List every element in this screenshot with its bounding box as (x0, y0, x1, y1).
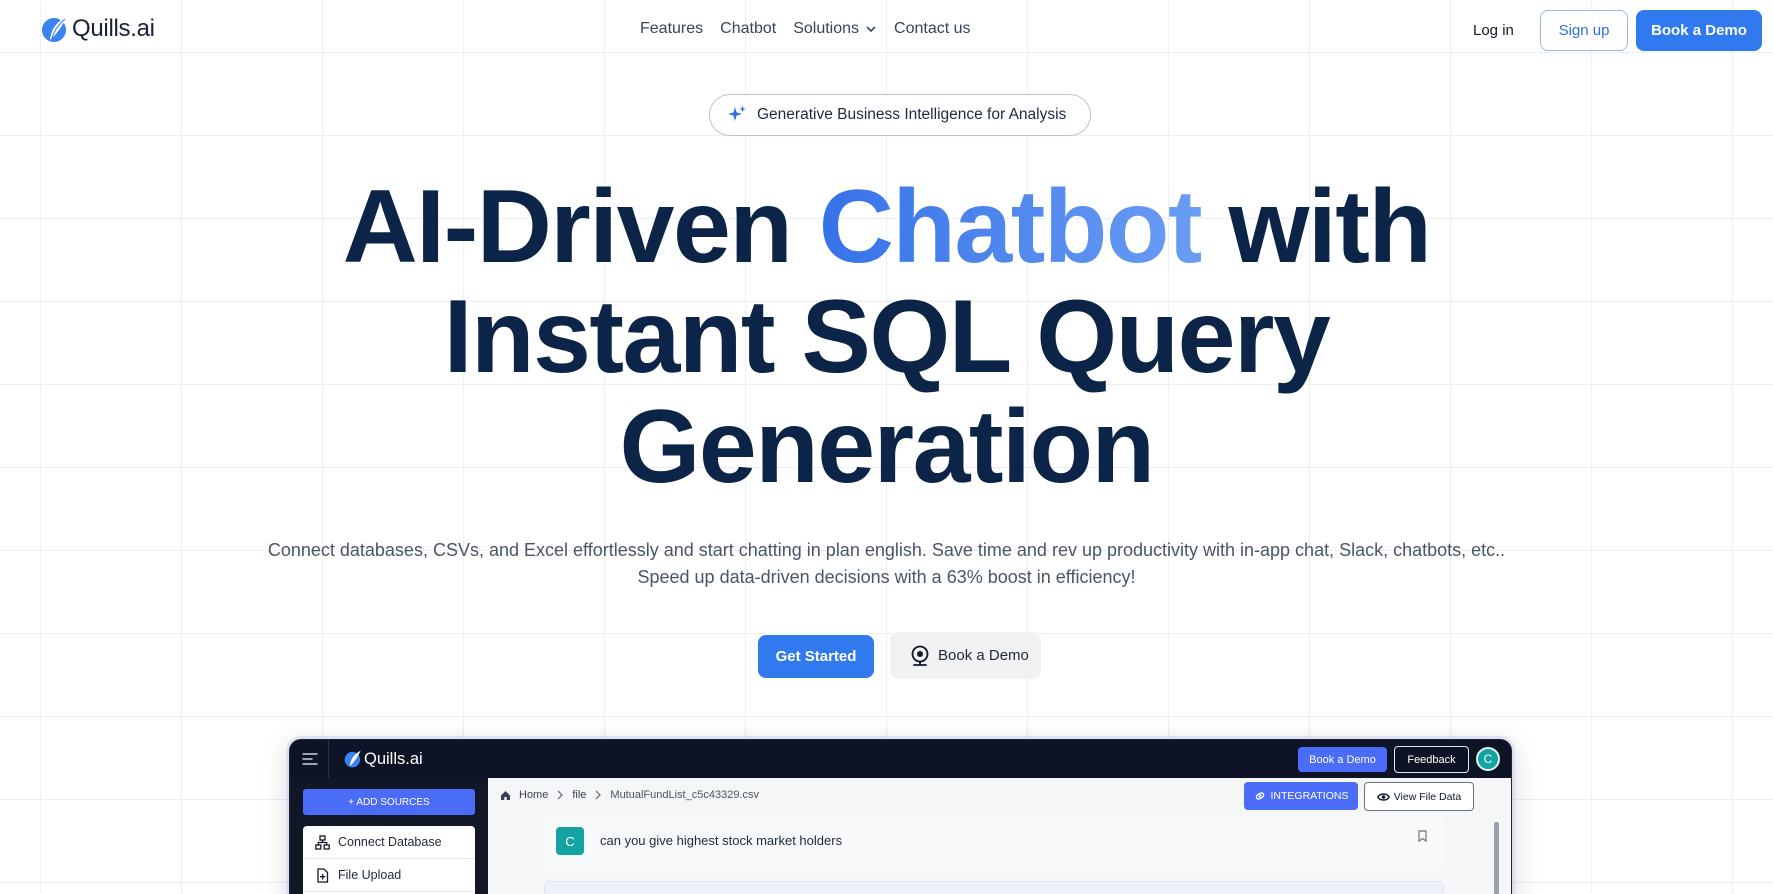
chat-message: C can you give highest stock market hold… (544, 816, 1444, 870)
integrations-label: INTEGRATIONS (1270, 790, 1349, 802)
nav-link-chatbot[interactable]: Chatbot (720, 20, 776, 38)
view-file-data-label: View File Data (1393, 790, 1462, 803)
nav-link-features[interactable]: Features (640, 20, 703, 38)
hero-book-demo-label: Book a Demo (938, 647, 1029, 664)
tagline-text: Generative Business Intelligence for Ana… (757, 106, 1067, 123)
sidebar-item-file-upload[interactable]: File Upload (303, 859, 475, 892)
headline-line2: Instant SQL Query (443, 279, 1331, 395)
sidebar-item-label: Connect Database (338, 835, 442, 849)
file-upload-icon (317, 867, 329, 883)
headline-accent: Chatbot (818, 169, 1203, 285)
chat-user-avatar: C (556, 827, 584, 855)
login-link[interactable]: Log in (1473, 22, 1514, 39)
signup-button[interactable]: Sign up (1540, 10, 1628, 51)
database-icon (315, 834, 330, 850)
chevron-right-icon (557, 790, 564, 800)
chat-scrollbar[interactable] (1494, 822, 1499, 894)
app-brand-logo[interactable]: Quills.ai (344, 749, 423, 769)
headline-part2: with (1201, 169, 1431, 285)
sparkle-icon (728, 105, 746, 121)
app-sidebar: + ADD SOURCES Connect Database File Uplo… (290, 778, 488, 894)
chevron-right-icon (595, 790, 602, 800)
breadcrumb-filename: MutualFundList_c5c43329.csv (610, 789, 759, 801)
app-brand-name: Quills.ai (364, 749, 423, 768)
breadcrumb-file[interactable]: file (572, 789, 586, 801)
primary-nav: Features Chatbot Solutions Contact us (640, 20, 971, 38)
hero-headline: AI-Driven Chatbot with Instant SQL Query… (0, 172, 1773, 502)
hamburger-icon[interactable] (302, 751, 318, 767)
chat-message-text: can you give highest stock market holder… (600, 833, 843, 848)
nav-link-solutions[interactable]: Solutions (793, 20, 877, 38)
view-file-data-button[interactable]: View File Data (1364, 782, 1474, 811)
app-preview-window: Quills.ai Book a Demo Feedback C + ADD S… (289, 739, 1512, 894)
hero-subtext: Connect databases, CSVs, and Excel effor… (267, 540, 1506, 587)
sidebar-item-connect-database[interactable]: Connect Database (303, 826, 475, 859)
app-main-panel: Home file MutualFundList_c5c43329.csv IN… (488, 778, 1511, 894)
link-icon (1255, 792, 1264, 800)
chat-response-card (544, 881, 1444, 894)
headline-part1: AI-Driven (342, 169, 819, 285)
user-avatar[interactable]: C (1476, 747, 1500, 771)
get-started-button[interactable]: Get Started (758, 635, 874, 678)
topbar-divider (328, 740, 329, 778)
headline-line3: Generation (619, 389, 1156, 505)
top-navbar: Quills.ai Features Chatbot Solutions Con… (0, 0, 1773, 62)
hero-book-demo-button[interactable]: Book a Demo (890, 632, 1041, 679)
webcam-icon (911, 645, 929, 666)
breadcrumb: Home file MutualFundList_c5c43329.csv (500, 789, 759, 801)
quill-logo-icon (344, 750, 361, 768)
quill-logo-icon (42, 16, 67, 42)
add-sources-button[interactable]: + ADD SOURCES (303, 789, 475, 815)
app-book-demo-button[interactable]: Book a Demo (1298, 747, 1387, 772)
sidebar-item-label: File Upload (338, 868, 402, 882)
book-demo-button[interactable]: Book a Demo (1636, 10, 1762, 51)
sources-menu: Connect Database File Upload (303, 826, 475, 894)
bookmark-icon[interactable] (1417, 830, 1428, 842)
nav-link-solutions-label: Solutions (793, 20, 860, 37)
brand-logo[interactable]: Quills.ai (41, 14, 155, 44)
tagline-pill: Generative Business Intelligence for Ana… (709, 94, 1091, 136)
integrations-button[interactable]: INTEGRATIONS (1244, 782, 1358, 810)
chevron-down-icon (866, 26, 876, 33)
breadcrumb-home[interactable]: Home (519, 789, 548, 801)
brand-name: Quills.ai (72, 15, 155, 42)
home-icon (501, 790, 510, 800)
app-feedback-button[interactable]: Feedback (1394, 746, 1469, 773)
nav-link-contact[interactable]: Contact us (894, 20, 970, 38)
eye-icon (1376, 792, 1390, 801)
app-topbar: Quills.ai Book a Demo Feedback C (290, 740, 1511, 778)
